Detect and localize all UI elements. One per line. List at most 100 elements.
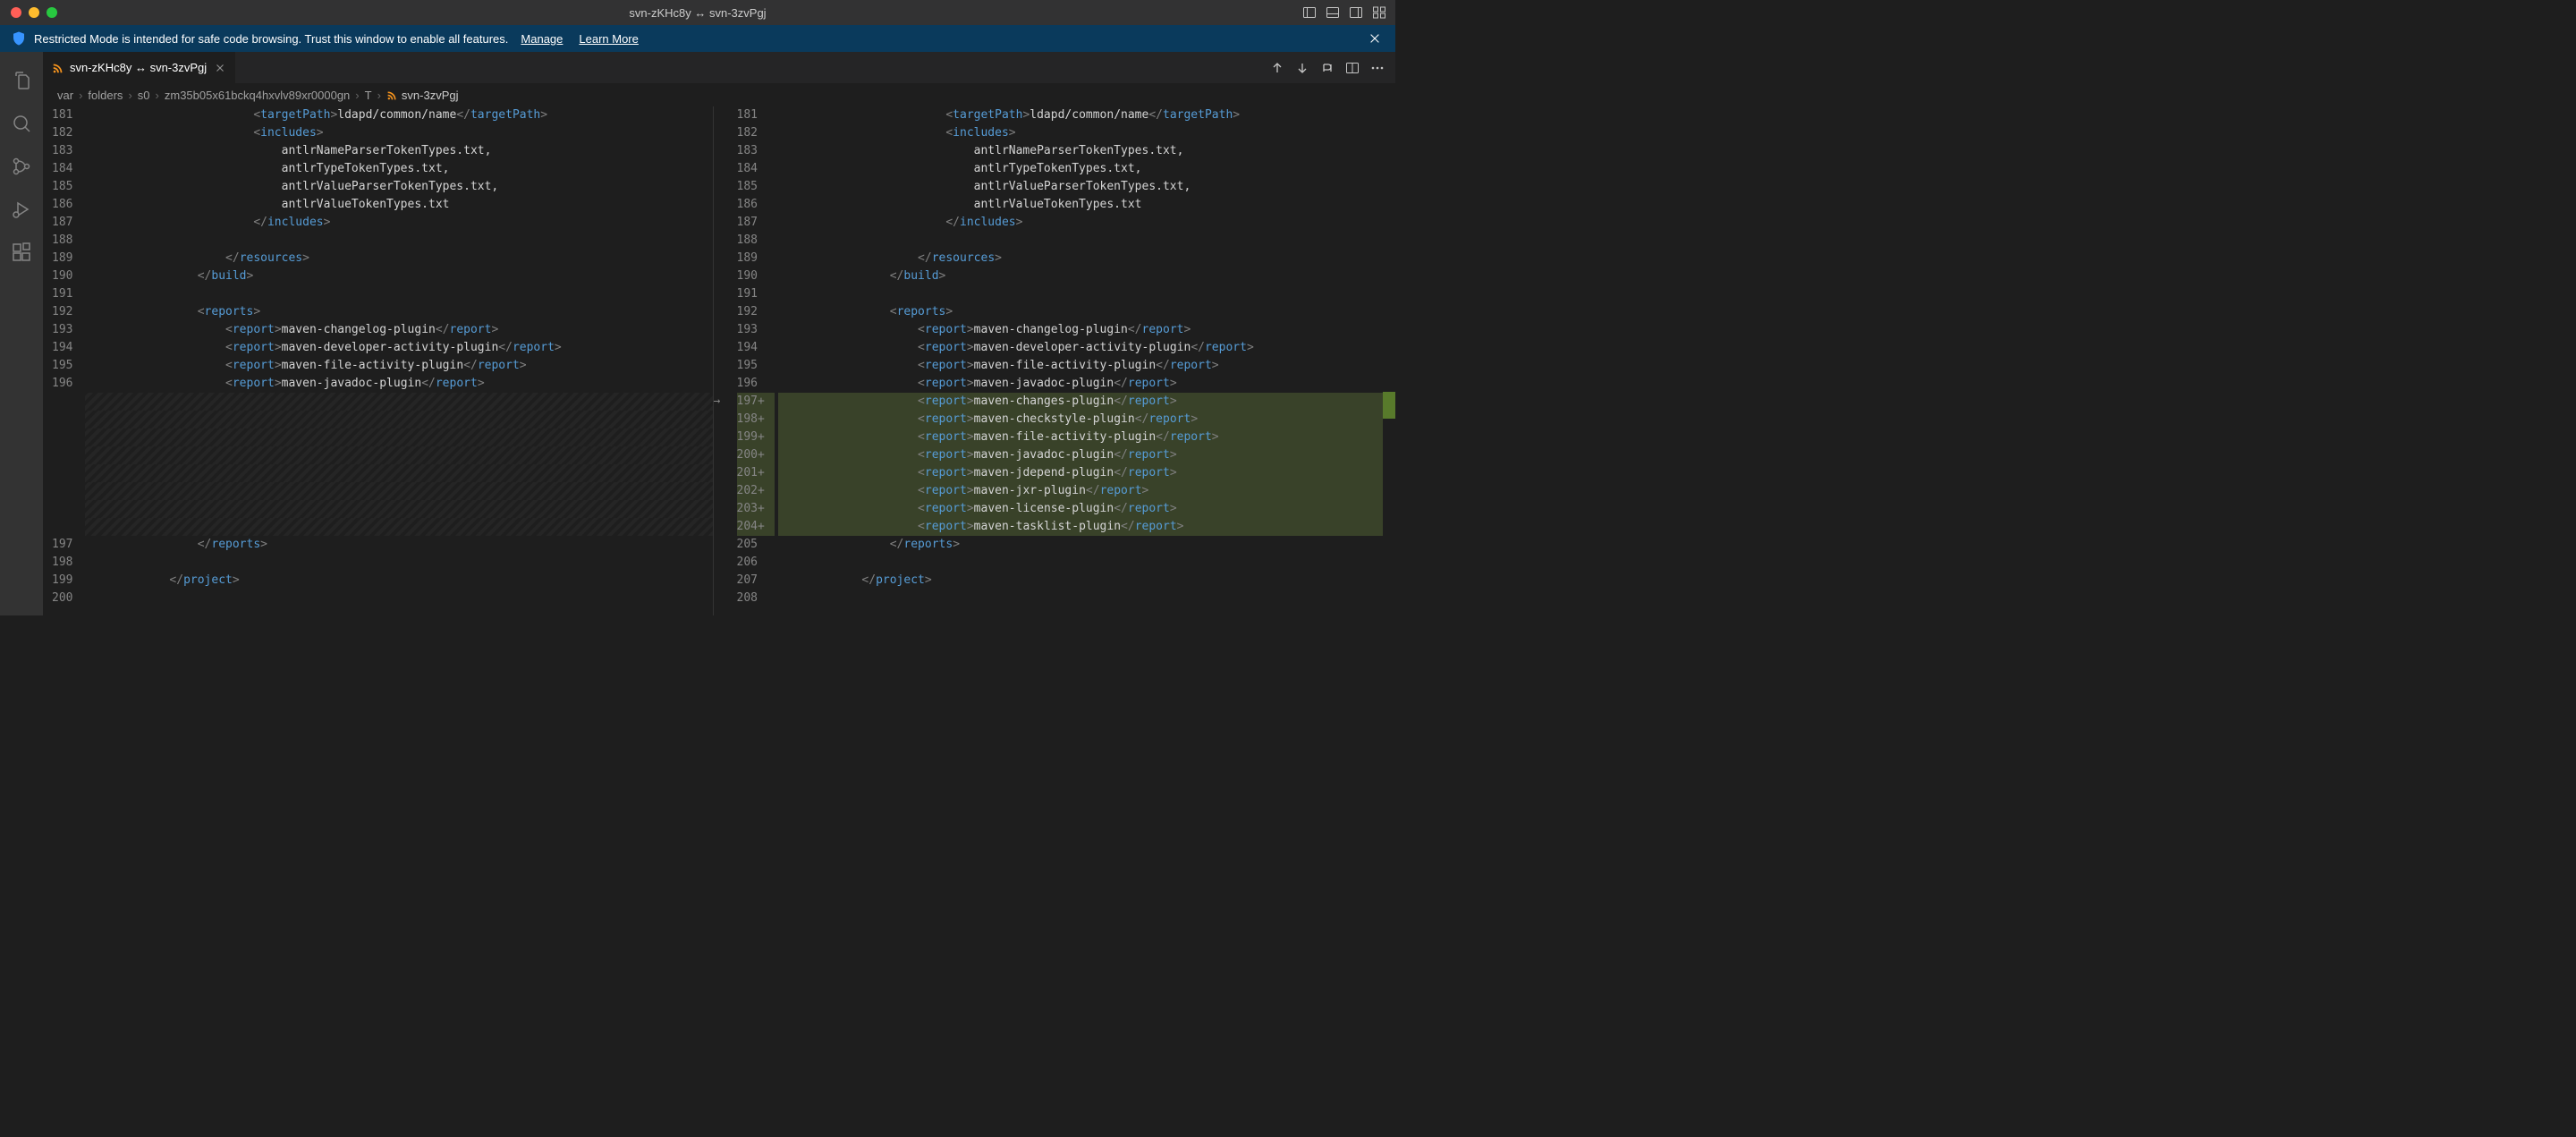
code-line[interactable] <box>85 590 712 607</box>
code-line[interactable]: <report>maven-developer-activity-plugin<… <box>85 339 712 357</box>
overview-ruler[interactable] <box>1383 106 1395 615</box>
code-line[interactable]: <report>maven-jxr-plugin</report> <box>778 482 1384 500</box>
tab-close-button[interactable] <box>214 62 226 74</box>
titlebar: svn-zKHc8y ↔ svn-3zvPgj <box>0 0 1395 25</box>
extensions-icon[interactable] <box>0 231 43 274</box>
code-line[interactable]: <report>maven-javadoc-plugin</report> <box>778 375 1384 393</box>
code-line[interactable] <box>778 285 1384 303</box>
toggle-panel-icon[interactable] <box>1326 5 1340 20</box>
right-gutter: 181 182 183 184 185 186 187 188 189 190 … <box>728 106 778 615</box>
chevron-right-icon: › <box>79 89 82 102</box>
code-line[interactable]: <report>maven-file-activity-plugin</repo… <box>778 428 1384 446</box>
code-line[interactable]: </project> <box>85 572 712 590</box>
toggle-sidebar-right-icon[interactable] <box>1349 5 1363 20</box>
code-line[interactable]: </resources> <box>85 250 712 267</box>
code-line[interactable] <box>85 554 712 572</box>
code-line[interactable]: <reports> <box>85 303 712 321</box>
search-icon[interactable] <box>0 102 43 145</box>
code-line[interactable]: </resources> <box>778 250 1384 267</box>
chevron-right-icon: › <box>355 89 359 102</box>
code-line[interactable]: antlrValueParserTokenTypes.txt, <box>778 178 1384 196</box>
breadcrumb-segment[interactable]: folders <box>88 89 123 102</box>
more-actions-icon[interactable] <box>1370 61 1385 75</box>
code-line[interactable] <box>85 411 712 428</box>
shield-icon <box>11 30 27 47</box>
next-change-icon[interactable] <box>1295 61 1309 75</box>
whitespace-icon[interactable] <box>1320 61 1335 75</box>
diff-editor: 1811821831841851861871881891901911921931… <box>43 106 1395 615</box>
code-line[interactable]: antlrTypeTokenTypes.txt, <box>778 160 1384 178</box>
prev-change-icon[interactable] <box>1270 61 1284 75</box>
explorer-icon[interactable] <box>0 59 43 102</box>
code-line[interactable] <box>778 590 1384 607</box>
code-line[interactable]: antlrNameParserTokenTypes.txt, <box>85 142 712 160</box>
breadcrumb-segment[interactable]: svn-3zvPgj <box>402 89 459 102</box>
code-line[interactable]: <report>maven-license-plugin</report> <box>778 500 1384 518</box>
left-code[interactable]: <targetPath>ldapd/common/name</targetPat… <box>85 106 712 615</box>
code-line[interactable]: antlrNameParserTokenTypes.txt, <box>778 142 1384 160</box>
window-title: svn-zKHc8y ↔ svn-3zvPgj <box>629 6 766 20</box>
code-line[interactable]: </reports> <box>778 536 1384 554</box>
code-line[interactable] <box>85 482 712 500</box>
close-banner-button[interactable] <box>1365 32 1385 45</box>
breadcrumb-segment[interactable]: zm35b05x61bckq4hxvlv89xr0000gn <box>165 89 350 102</box>
code-line[interactable] <box>85 428 712 446</box>
code-line[interactable] <box>85 518 712 536</box>
customize-layout-icon[interactable] <box>1372 5 1386 20</box>
code-line[interactable]: antlrValueParserTokenTypes.txt, <box>85 178 712 196</box>
code-line[interactable]: <report>maven-developer-activity-plugin<… <box>778 339 1384 357</box>
editor-tab[interactable]: svn-zKHc8y ↔ svn-3zvPgj <box>43 52 236 83</box>
code-line[interactable] <box>778 232 1384 250</box>
minimize-window-button[interactable] <box>29 7 39 18</box>
code-line[interactable]: <targetPath>ldapd/common/name</targetPat… <box>778 106 1384 124</box>
toggle-sidebar-left-icon[interactable] <box>1302 5 1317 20</box>
code-line[interactable]: <report>maven-javadoc-plugin</report> <box>778 446 1384 464</box>
close-window-button[interactable] <box>11 7 21 18</box>
code-line[interactable]: antlrValueTokenTypes.txt <box>778 196 1384 214</box>
debug-icon[interactable] <box>0 188 43 231</box>
code-line[interactable] <box>85 393 712 411</box>
code-line[interactable]: <report>maven-changes-plugin</report> <box>778 393 1384 411</box>
breadcrumb-segment[interactable]: s0 <box>138 89 150 102</box>
code-line[interactable]: <report>maven-checkstyle-plugin</report> <box>778 411 1384 428</box>
editor-area: svn-zKHc8y ↔ svn-3zvPgj var›folders›s0›z… <box>43 52 1395 615</box>
code-line[interactable]: </build> <box>85 267 712 285</box>
code-line[interactable]: <includes> <box>85 124 712 142</box>
breadcrumb-segment[interactable]: T <box>365 89 372 102</box>
right-code[interactable]: <targetPath>ldapd/common/name</targetPat… <box>778 106 1384 615</box>
restricted-mode-banner: Restricted Mode is intended for safe cod… <box>0 25 1395 52</box>
code-line[interactable] <box>778 554 1384 572</box>
manage-link[interactable]: Manage <box>521 32 563 46</box>
code-line[interactable]: <report>maven-changelog-plugin</report> <box>85 321 712 339</box>
code-line[interactable]: </includes> <box>85 214 712 232</box>
code-line[interactable] <box>85 464 712 482</box>
code-line[interactable]: <report>maven-file-activity-plugin</repo… <box>778 357 1384 375</box>
code-line[interactable]: <includes> <box>778 124 1384 142</box>
learn-more-link[interactable]: Learn More <box>579 32 638 46</box>
code-line[interactable]: <reports> <box>778 303 1384 321</box>
code-line[interactable]: </includes> <box>778 214 1384 232</box>
code-line[interactable]: </project> <box>778 572 1384 590</box>
code-line[interactable]: </build> <box>778 267 1384 285</box>
code-line[interactable]: <report>maven-file-activity-plugin</repo… <box>85 357 712 375</box>
code-line[interactable] <box>85 500 712 518</box>
maximize-window-button[interactable] <box>47 7 57 18</box>
code-line[interactable]: antlrTypeTokenTypes.txt, <box>85 160 712 178</box>
titlebar-actions <box>1302 5 1395 20</box>
code-line[interactable]: <targetPath>ldapd/common/name</targetPat… <box>85 106 712 124</box>
code-line[interactable]: <report>maven-changelog-plugin</report> <box>778 321 1384 339</box>
code-line[interactable] <box>85 285 712 303</box>
source-control-icon[interactable] <box>0 145 43 188</box>
code-line[interactable] <box>85 446 712 464</box>
code-line[interactable]: </reports> <box>85 536 712 554</box>
code-line[interactable]: <report>maven-tasklist-plugin</report> <box>778 518 1384 536</box>
diff-right-pane[interactable]: → 181 182 183 184 185 186 187 188 189 19… <box>714 106 1384 615</box>
code-line[interactable]: <report>maven-jdepend-plugin</report> <box>778 464 1384 482</box>
breadcrumb-segment[interactable]: var <box>57 89 73 102</box>
code-line[interactable] <box>85 232 712 250</box>
diff-left-pane[interactable]: 1811821831841851861871881891901911921931… <box>43 106 713 615</box>
breadcrumb[interactable]: var›folders›s0›zm35b05x61bckq4hxvlv89xr0… <box>43 83 1395 106</box>
split-editor-icon[interactable] <box>1345 61 1360 75</box>
code-line[interactable]: <report>maven-javadoc-plugin</report> <box>85 375 712 393</box>
code-line[interactable]: antlrValueTokenTypes.txt <box>85 196 712 214</box>
